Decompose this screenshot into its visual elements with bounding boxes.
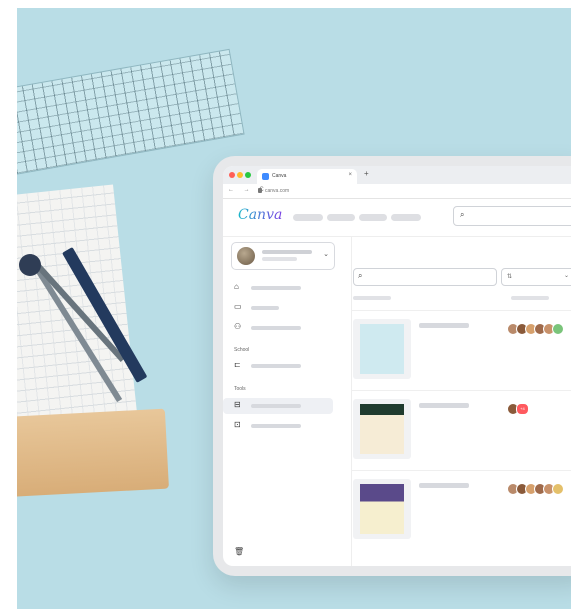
canva-logo[interactable]: Canva — [238, 207, 282, 223]
account-name-placeholder — [262, 250, 312, 254]
ruler-prop — [17, 48, 245, 179]
sidebar-item-uploads[interactable]: ⊡ — [223, 418, 333, 434]
compass-head — [19, 254, 41, 276]
upload-icon: ⊡ — [234, 420, 241, 429]
design-thumbnail[interactable] — [353, 479, 411, 539]
column-header-name — [353, 296, 391, 300]
sidebar: ⌄ ⌂ ▭ ⚇ School ⊏ Tools ⊟ ⊡ 🗑 — [223, 236, 352, 566]
home-icon: ⌂ — [234, 282, 239, 291]
people-icon: ⚇ — [234, 322, 242, 331]
header-nav-item[interactable] — [391, 214, 421, 221]
sidebar-item-label — [251, 326, 301, 330]
list-item[interactable] — [351, 470, 571, 551]
tab-close-icon[interactable]: × — [348, 172, 352, 178]
design-title-placeholder — [419, 403, 469, 408]
sidebar-item-label — [251, 364, 301, 368]
section-label-school: School — [234, 347, 250, 353]
window-close-dot[interactable] — [229, 172, 235, 178]
design-thumbnail[interactable] — [353, 319, 411, 379]
window-minimize-dot[interactable] — [237, 172, 243, 178]
inbox-icon: ⊟ — [234, 400, 241, 409]
list-item[interactable] — [351, 310, 571, 391]
window-zoom-dot[interactable] — [245, 172, 251, 178]
sidebar-item-label — [251, 424, 301, 428]
sidebar-item-label — [251, 306, 279, 310]
trash-icon[interactable]: 🗑 — [234, 547, 244, 556]
column-header-people — [511, 296, 549, 300]
browser-tab[interactable]: Canva × — [257, 169, 357, 184]
thumbnail-image — [360, 324, 404, 374]
design-title-placeholder — [419, 483, 469, 488]
avatar — [237, 247, 255, 265]
wood-block-prop — [17, 408, 169, 498]
avatar — [552, 483, 564, 495]
new-tab-button[interactable]: + — [364, 169, 369, 178]
address-bar: ← → C canva.com — [223, 184, 571, 199]
header-nav-item[interactable] — [293, 214, 323, 221]
sidebar-item-assignments[interactable]: ⊟ — [223, 398, 333, 414]
header-nav-item[interactable] — [359, 214, 387, 221]
folder-icon: ▭ — [234, 302, 242, 311]
more-collaborators-badge: +4 — [516, 403, 529, 415]
account-subtitle-placeholder — [262, 257, 297, 261]
app-header: Canva ⌕ — [223, 198, 571, 237]
main-content: ⌕ ⇅ ⌄ +4 — [351, 236, 571, 566]
class-icon: ⊏ — [234, 360, 241, 369]
sidebar-item-label — [251, 404, 301, 408]
collaborator-avatars — [507, 483, 564, 495]
search-icon: ⌕ — [358, 271, 363, 280]
sidebar-item-home[interactable]: ⌂ — [223, 280, 333, 296]
sidebar-item-label — [251, 286, 301, 290]
content-search-input[interactable]: ⌕ — [353, 268, 497, 286]
account-switcher[interactable]: ⌄ — [231, 242, 335, 270]
design-title-placeholder — [419, 323, 469, 328]
canva-favicon-icon — [262, 173, 269, 180]
sidebar-item-class[interactable]: ⊏ — [223, 358, 333, 374]
section-label-tools: Tools — [234, 386, 246, 392]
thumbnail-image — [360, 404, 404, 454]
sort-dropdown[interactable]: ⇅ ⌄ — [501, 268, 571, 286]
search-icon: ⌕ — [460, 210, 465, 219]
url-field[interactable]: canva.com — [265, 188, 289, 194]
collaborator-avatars — [507, 323, 564, 335]
sidebar-item-projects[interactable]: ▭ — [223, 300, 333, 316]
chevron-down-icon: ⌄ — [323, 251, 329, 258]
tab-title: Canva — [272, 173, 287, 179]
sort-icon: ⇅ — [507, 274, 513, 280]
chevron-down-icon: ⌄ — [563, 273, 569, 279]
sidebar-item-shared[interactable]: ⚇ — [223, 320, 333, 336]
list-item[interactable]: +4 — [351, 390, 571, 471]
browser-tab-bar: Canva × + — [223, 166, 571, 184]
header-search-input[interactable]: ⌕ — [453, 206, 571, 226]
thumbnail-image — [360, 484, 404, 534]
lock-icon — [258, 188, 262, 193]
collaborator-avatars: +4 — [507, 403, 529, 415]
tablet-device: Canva × + ← → C canva.com Canva ⌕ ⌄ ⌂ ▭ … — [213, 156, 571, 576]
avatar — [552, 323, 564, 335]
header-nav-item[interactable] — [327, 214, 355, 221]
design-thumbnail[interactable] — [353, 399, 411, 459]
tablet-screen: Canva × + ← → C canva.com Canva ⌕ ⌄ ⌂ ▭ … — [223, 166, 571, 566]
